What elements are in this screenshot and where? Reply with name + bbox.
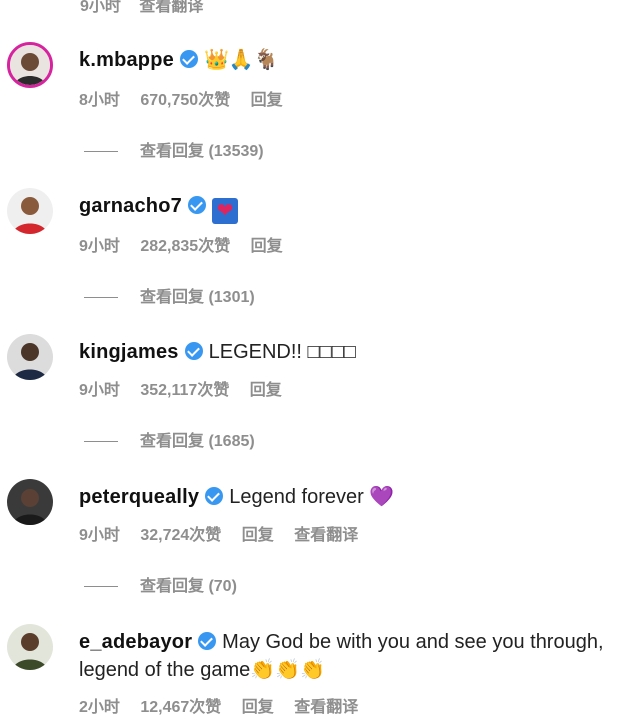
avatar[interactable] [7, 42, 53, 88]
divider [84, 441, 118, 443]
translate-link[interactable]: 查看翻译 [139, 0, 203, 15]
view-replies[interactable]: 查看回复 (70) [84, 572, 237, 596]
comment-text: LEGEND!! □□□□ [208, 341, 356, 363]
reply-button[interactable]: 回复 [250, 382, 282, 399]
comment-time: 9小时 [80, 0, 121, 15]
comment-line: garnacho7 ❤ [79, 192, 238, 224]
view-replies-label[interactable]: 查看回复 (1685) [140, 433, 255, 450]
username[interactable]: e_adebayor [79, 631, 192, 653]
like-count[interactable]: 12,467次赞 [140, 699, 221, 716]
comment-time: 8小时 [79, 92, 120, 109]
comment-line: k.mbappe 👑🙏🐐 [79, 46, 279, 74]
comment-meta: 9小时 282,835次赞 回复 [79, 232, 299, 256]
comment-text: 👑🙏🐐 [203, 49, 279, 71]
comment-meta: 9小时 32,724次赞 回复 查看翻译 [79, 521, 374, 545]
username[interactable]: garnacho7 [79, 195, 182, 217]
comment-time: 9小时 [79, 238, 120, 255]
comment-meta: 2小时 12,467次赞 回复 查看翻译 [79, 693, 374, 717]
comment-time: 9小时 [79, 382, 120, 399]
view-replies-label[interactable]: 查看回复 (13539) [140, 143, 264, 160]
comment-line: kingjames LEGEND!! □□□□ [79, 338, 356, 366]
view-replies-label[interactable]: 查看回复 (1301) [140, 289, 255, 306]
avatar[interactable] [7, 188, 53, 234]
verified-badge-icon [187, 196, 206, 214]
like-count[interactable]: 282,835次赞 [140, 238, 230, 255]
comment-time: 2小时 [79, 699, 120, 716]
view-replies-label[interactable]: 查看回复 (70) [140, 578, 237, 595]
reply-button[interactable]: 回复 [242, 527, 274, 544]
like-count[interactable]: 352,117次赞 [140, 382, 229, 399]
avatar[interactable] [7, 334, 53, 380]
previous-comment-meta: 9小时 查看翻译 [80, 0, 217, 16]
divider [84, 586, 118, 588]
like-count[interactable]: 32,724次赞 [140, 527, 221, 544]
view-replies[interactable]: 查看回复 (1685) [84, 427, 255, 451]
reply-button[interactable]: 回复 [251, 92, 283, 109]
comment-meta: 8小时 670,750次赞 回复 [79, 86, 299, 110]
avatar[interactable] [7, 624, 53, 670]
reply-button[interactable]: 回复 [242, 699, 274, 716]
translate-link[interactable]: 查看翻译 [294, 527, 358, 544]
comment-meta: 9小时 352,117次赞 回复 [79, 376, 298, 400]
verified-badge-icon [184, 342, 203, 360]
translate-link[interactable]: 查看翻译 [294, 699, 358, 716]
view-replies[interactable]: 查看回复 (13539) [84, 137, 264, 161]
verified-badge-icon [205, 487, 224, 505]
comment-time: 9小时 [79, 527, 120, 544]
divider [84, 151, 118, 153]
divider [84, 297, 118, 299]
avatar[interactable] [7, 479, 53, 525]
heart-icon: ❤ [211, 198, 238, 224]
comment-text: Legend forever 💜 [229, 486, 395, 508]
comment-line: e_adebayor May God be with you and see yo… [79, 628, 624, 684]
like-count[interactable]: 670,750次赞 [140, 92, 230, 109]
verified-badge-icon [198, 632, 217, 650]
username[interactable]: k.mbappe [79, 49, 174, 71]
comment-line: peterqueally Legend forever 💜 [79, 483, 394, 511]
username[interactable]: kingjames [79, 341, 179, 363]
username[interactable]: peterqueally [79, 486, 199, 508]
reply-button[interactable]: 回复 [251, 238, 283, 255]
verified-badge-icon [179, 50, 198, 68]
view-replies[interactable]: 查看回复 (1301) [84, 283, 255, 307]
